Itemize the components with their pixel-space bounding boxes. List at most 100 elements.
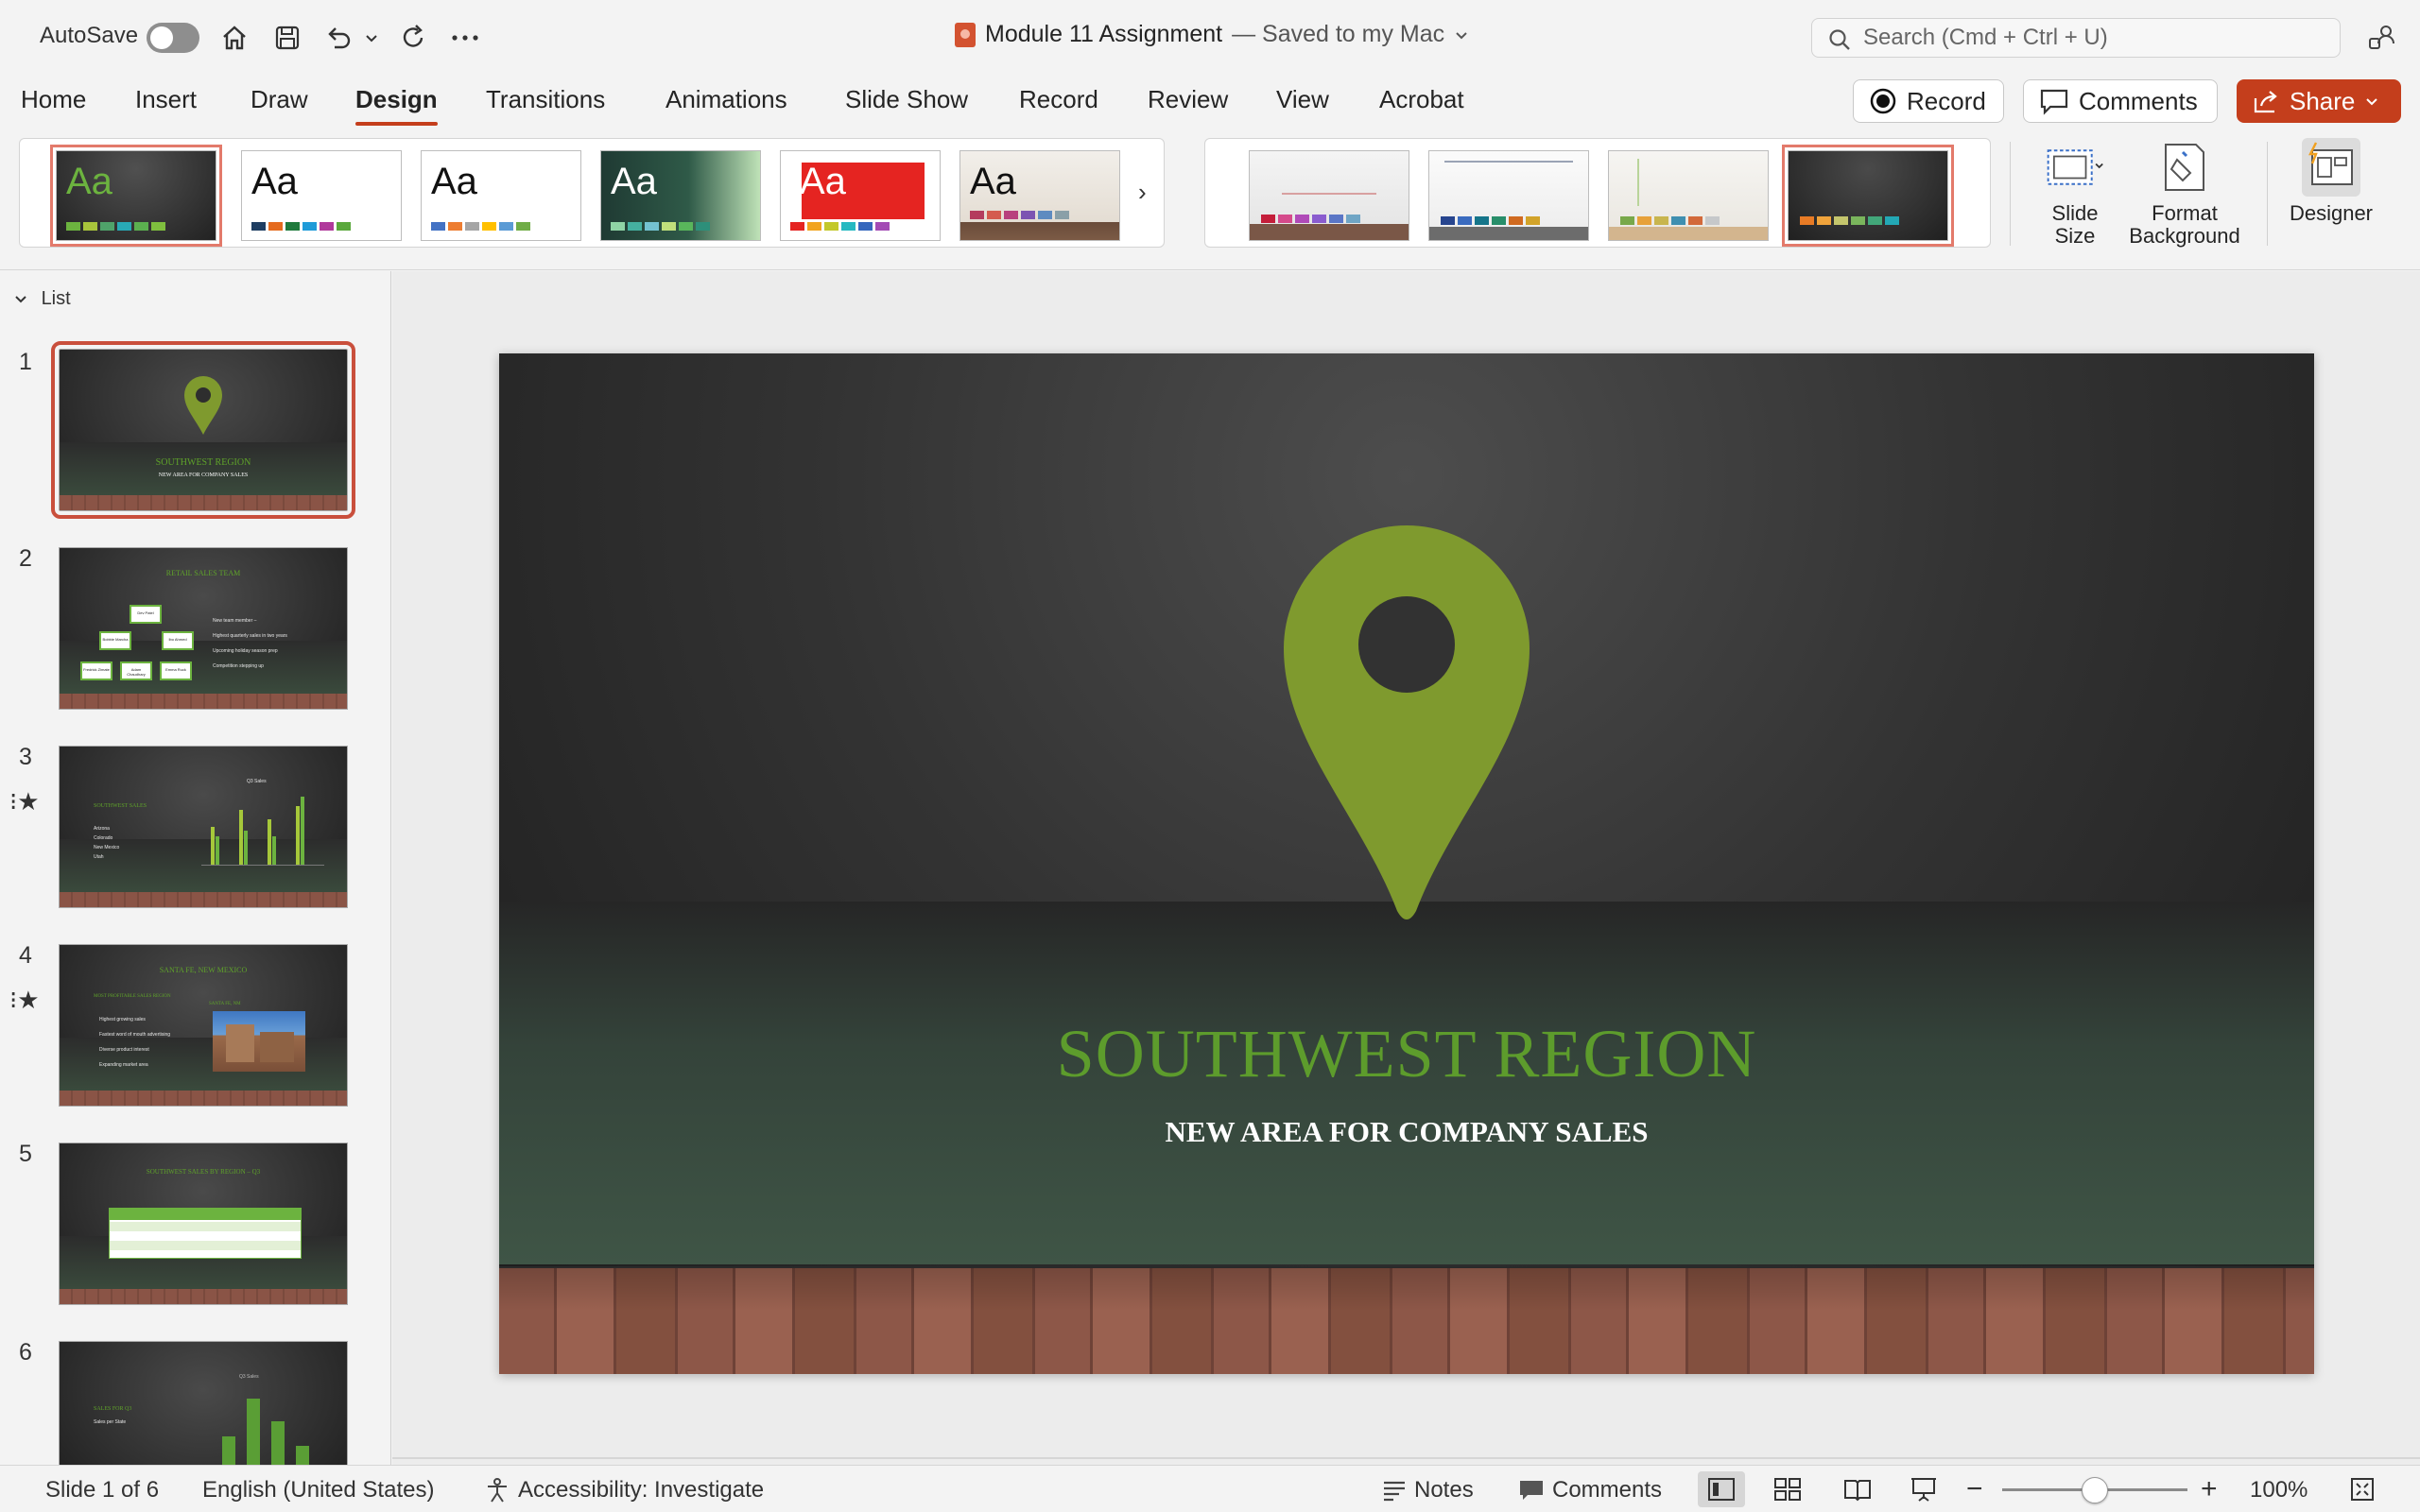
grid-view-icon xyxy=(1774,1478,1801,1501)
slide-editor: SOUTHWEST REGION NEW AREA FOR COMPANY SA… xyxy=(392,271,2420,1465)
slide-title[interactable]: SOUTHWEST REGION xyxy=(499,1015,2314,1093)
tab-design[interactable]: Design xyxy=(355,85,438,126)
status-bar: Slide 1 of 6 English (United States) Acc… xyxy=(0,1465,2420,1512)
notes-button[interactable]: Notes xyxy=(1382,1477,1474,1503)
title-bar: AutoSave Module 11 Assignment — Saved to… xyxy=(0,0,2420,76)
mini-table xyxy=(109,1208,302,1259)
slide-thumbnail-5[interactable]: SOUTHWEST SALES BY REGION – Q3 xyxy=(59,1143,348,1305)
accessibility-button[interactable]: Accessibility: Investigate xyxy=(484,1477,764,1503)
share-label: Share xyxy=(2290,86,2356,115)
variant-option[interactable] xyxy=(1249,150,1409,241)
slide-sorter-button[interactable] xyxy=(1764,1471,1811,1507)
search-icon xyxy=(1829,29,1850,50)
document-title[interactable]: Module 11 Assignment — Saved to my Mac xyxy=(955,21,1469,48)
powerpoint-file-icon xyxy=(955,22,976,47)
tab-record[interactable]: Record xyxy=(1019,85,1098,114)
fit-window-icon xyxy=(2351,1478,2374,1501)
tab-slide-show[interactable]: Slide Show xyxy=(845,85,968,114)
slide-size-label: Slide xyxy=(2051,201,2099,225)
designer-button[interactable]: Designer xyxy=(2284,138,2378,225)
location-pin-icon[interactable] xyxy=(1282,524,1531,920)
fit-to-window-button[interactable] xyxy=(2339,1471,2386,1507)
autosave-label: AutoSave xyxy=(40,23,139,48)
designer-label: Designer xyxy=(2289,201,2374,225)
record-icon xyxy=(1870,88,1896,114)
photo-thumbnail xyxy=(213,1011,305,1072)
tab-acrobat[interactable]: Acrobat xyxy=(1379,85,1464,114)
format-background-button[interactable]: Format Background xyxy=(2125,138,2244,248)
comments-button[interactable]: Comments xyxy=(2023,79,2218,123)
chevron-down-icon xyxy=(1456,31,1467,39)
slide-number: 2 xyxy=(19,545,32,572)
status-comments-button[interactable]: Comments xyxy=(1518,1477,1662,1503)
slide-number: 4 xyxy=(19,942,32,969)
variant-option[interactable] xyxy=(1608,150,1769,241)
home-icon[interactable] xyxy=(216,19,253,57)
format-background-label: Background xyxy=(2129,224,2240,248)
document-name: Module 11 Assignment xyxy=(985,21,1223,47)
location-pin-icon xyxy=(184,376,222,435)
notes-icon xyxy=(1384,1481,1405,1502)
slide-thumbnail-4[interactable]: SANTA FE, NEW MEXICO MOST PROFITABLE SAL… xyxy=(59,944,348,1107)
comments-label: Comments xyxy=(2079,86,2198,115)
zoom-slider-thumb[interactable] xyxy=(2082,1477,2108,1503)
reading-view-button[interactable] xyxy=(1834,1471,1881,1507)
zoom-level[interactable]: 100% xyxy=(2250,1477,2308,1503)
undo-icon[interactable] xyxy=(320,19,357,57)
presentation-icon xyxy=(1911,1478,1936,1502)
wood-floor xyxy=(499,1266,2314,1374)
tab-review[interactable]: Review xyxy=(1148,85,1228,114)
record-button[interactable]: Record xyxy=(1853,79,2004,123)
slide-thumbnail-1[interactable]: SOUTHWEST REGION NEW AREA FOR COMPANY SA… xyxy=(51,341,355,519)
undo-dropdown-icon[interactable] xyxy=(357,19,386,57)
slide-size-label: Size xyxy=(2054,224,2096,248)
mini-chart xyxy=(201,788,324,866)
slide-number: 3 xyxy=(19,744,32,770)
design-ribbon: Aa Aa Aa Aa Aa Aa › Slide Size Format Ba… xyxy=(0,132,2420,270)
zoom-out-button[interactable]: − xyxy=(1966,1473,1983,1505)
variant-option[interactable] xyxy=(1428,150,1589,241)
collaborate-icon[interactable] xyxy=(2363,19,2401,57)
slide-show-button[interactable] xyxy=(1900,1471,1947,1507)
language-indicator[interactable]: English (United States) xyxy=(202,1477,434,1503)
normal-view-icon xyxy=(1708,1478,1735,1501)
autosave-toggle[interactable] xyxy=(147,23,199,53)
search-input[interactable]: Search (Cmd + Ctrl + U) xyxy=(1811,18,2341,58)
slide-thumbnail-6[interactable]: SALES FOR Q3 Sales per State Q3 Sales xyxy=(59,1341,348,1465)
theme-option[interactable]: Aa xyxy=(241,150,402,241)
animation-star-icon: ⁝★ xyxy=(9,787,40,816)
theme-option[interactable]: Aa xyxy=(780,150,941,241)
share-button[interactable]: Share xyxy=(2237,79,2401,123)
slide-size-icon xyxy=(2046,138,2104,197)
theme-option[interactable]: Aa xyxy=(50,145,222,247)
theme-option[interactable]: Aa xyxy=(421,150,581,241)
more-options-icon[interactable] xyxy=(446,19,484,57)
designer-icon xyxy=(2302,138,2360,197)
tab-view[interactable]: View xyxy=(1276,85,1329,114)
slide-size-button[interactable]: Slide Size xyxy=(2032,138,2118,248)
variant-option[interactable] xyxy=(1782,145,1954,247)
slide-subtitle[interactable]: NEW AREA FOR COMPANY SALES xyxy=(499,1115,2314,1149)
tab-animations[interactable]: Animations xyxy=(666,85,787,114)
tab-transitions[interactable]: Transitions xyxy=(486,85,605,114)
slide-thumbnail-pane: List 1 SOUTHWEST REGION NEW AREA FOR COM… xyxy=(0,271,391,1465)
tab-draw[interactable]: Draw xyxy=(251,85,308,114)
slide-thumbnail-3[interactable]: SOUTHWEST SALES Arizona Colorado New Mex… xyxy=(59,746,348,908)
current-slide[interactable]: SOUTHWEST REGION NEW AREA FOR COMPANY SA… xyxy=(499,353,2314,1374)
redo-icon[interactable] xyxy=(395,19,433,57)
tab-home[interactable]: Home xyxy=(21,85,86,114)
more-themes-chevron-icon[interactable]: › xyxy=(1138,178,1147,207)
normal-view-button[interactable] xyxy=(1698,1471,1745,1507)
slide-number: 6 xyxy=(19,1339,32,1366)
comment-icon xyxy=(2040,89,2068,115)
theme-option[interactable]: Aa xyxy=(600,150,761,241)
animation-star-icon: ⁝★ xyxy=(9,986,40,1014)
slide-thumbnail-2[interactable]: RETAIL SALES TEAM Dev Patel Bobbie March… xyxy=(59,547,348,710)
zoom-in-button[interactable]: + xyxy=(2201,1473,2218,1505)
share-icon xyxy=(2254,91,2277,113)
save-icon[interactable] xyxy=(268,19,306,57)
horizontal-scrollbar[interactable] xyxy=(392,1457,2420,1459)
list-header[interactable]: List xyxy=(13,288,71,310)
theme-option[interactable]: Aa xyxy=(959,150,1120,241)
tab-insert[interactable]: Insert xyxy=(135,85,197,114)
